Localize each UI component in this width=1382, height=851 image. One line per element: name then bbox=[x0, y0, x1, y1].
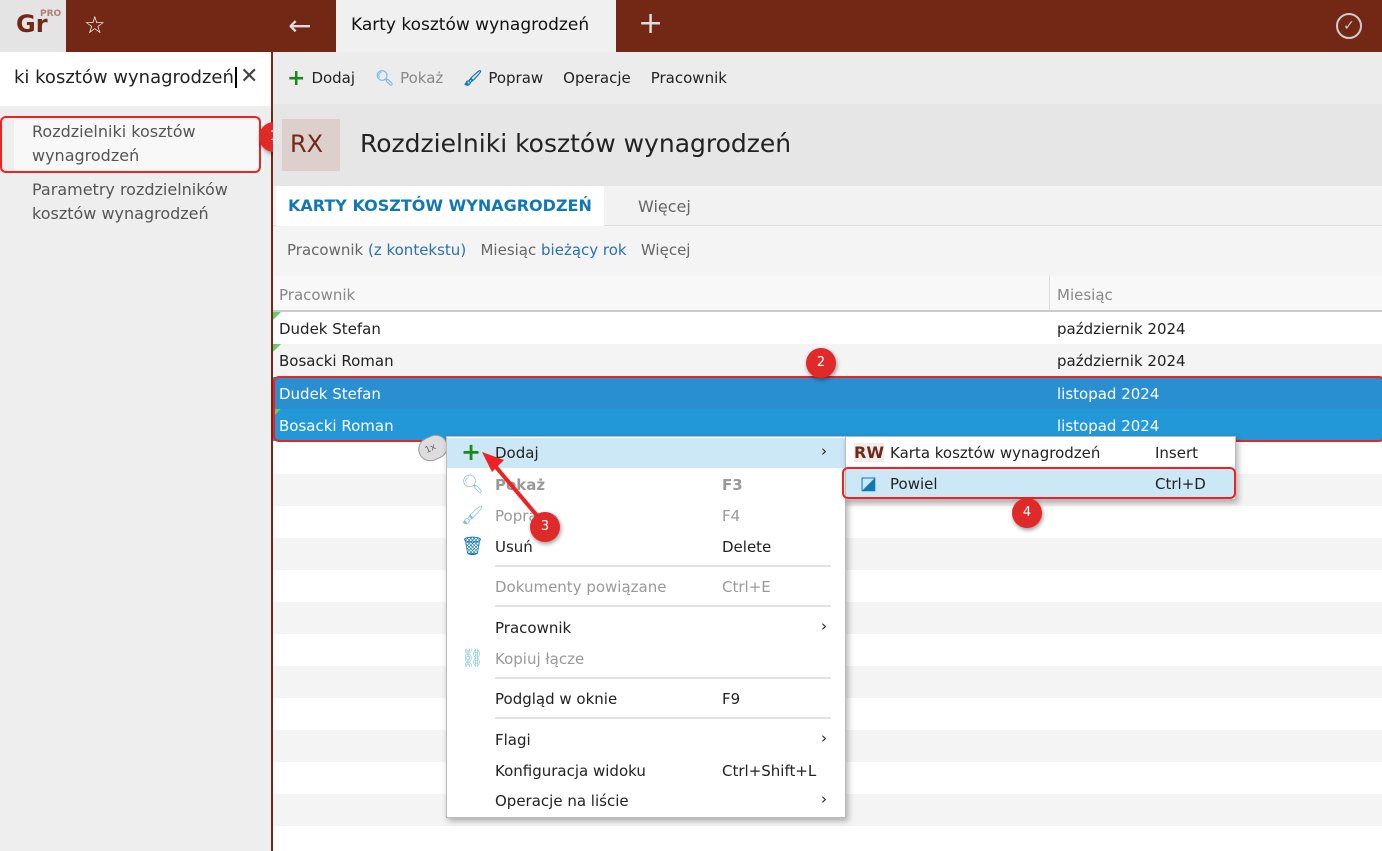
menu-label: Operacje na liście bbox=[495, 792, 629, 810]
chevron-right-icon: › bbox=[821, 729, 827, 747]
add-button[interactable]: + Dodaj bbox=[287, 66, 355, 91]
menu-item-dokumenty[interactable]: Dokumenty powiązane Ctrl+E bbox=[447, 572, 845, 602]
toolbar: + Dodaj 🔍︎ Pokaż 🖌︎ Popraw Operacje Pracown… bbox=[273, 52, 1382, 104]
filter-employee[interactable]: Pracownik (z kontekstu) bbox=[287, 241, 466, 259]
new-tab-plus-icon[interactable]: + bbox=[638, 6, 663, 41]
add-label: Dodaj bbox=[311, 69, 356, 87]
show-label: Pokaż bbox=[400, 69, 444, 87]
menu-separator bbox=[495, 677, 831, 679]
column-header-month[interactable]: Miesiąc bbox=[1057, 286, 1113, 304]
menu-shortcut: Ctrl+Shift+L bbox=[722, 762, 817, 780]
filter-more[interactable]: Więcej bbox=[641, 241, 691, 259]
annotation-badge-3: 3 bbox=[530, 512, 560, 542]
filter-month[interactable]: Miesiąc bieżący rok bbox=[480, 241, 626, 259]
link-icon: ⛓︎ bbox=[461, 648, 484, 669]
annotation-badge-2: 2 bbox=[806, 348, 836, 378]
menu-item-podglad[interactable]: Podgląd w oknie F9 bbox=[447, 684, 845, 714]
menu-label: Podgląd w oknie bbox=[495, 690, 618, 708]
rw-icon: RW bbox=[854, 443, 884, 462]
sidebar-item-parametry[interactable]: Parametry rozdzielników kosztów wynagrod… bbox=[14, 178, 264, 226]
cell-month: październik 2024 bbox=[1057, 320, 1186, 338]
clear-search-icon[interactable]: ✕ bbox=[240, 64, 258, 89]
module-badge: RX bbox=[282, 119, 340, 171]
tab-karty-kosztow[interactable]: Karty kosztów wynagrodzeń bbox=[336, 0, 616, 52]
cell-employee: Dudek Stefan bbox=[279, 320, 381, 338]
plus-icon: + bbox=[287, 65, 306, 91]
logo-badge: PRO bbox=[40, 9, 62, 19]
menu-label: Kopiuj łącze bbox=[495, 650, 585, 668]
search-input[interactable]: ki kosztów wynagrodzeń bbox=[0, 52, 271, 106]
brush-icon: 🖌︎ bbox=[463, 69, 483, 87]
chevron-right-icon: › bbox=[821, 617, 827, 635]
menu-label: Flagi bbox=[495, 731, 531, 749]
cell-month: październik 2024 bbox=[1057, 352, 1186, 370]
column-header-employee[interactable]: Pracownik bbox=[279, 286, 355, 304]
annotation-badge-4: 4 bbox=[1012, 498, 1042, 528]
title-bar bbox=[0, 0, 1382, 52]
show-button[interactable]: 🔍︎ Pokaż bbox=[375, 69, 443, 87]
operations-button[interactable]: Operacje bbox=[563, 69, 631, 87]
search-value: ki kosztów wynagrodzeń bbox=[14, 67, 234, 88]
table-row[interactable]: Dudek Stefan październik 2024 bbox=[273, 312, 1382, 344]
filter-employee-label: Pracownik bbox=[287, 241, 364, 259]
tab-karty-kosztow-wynagrodzen[interactable]: KARTY KOSZTÓW WYNAGRODZEŃ bbox=[276, 186, 604, 227]
star-icon[interactable]: ☆ bbox=[84, 11, 106, 39]
menu-shortcut: F3 bbox=[722, 476, 743, 494]
search-icon: 🔍︎ bbox=[375, 69, 395, 87]
edit-label: Popraw bbox=[488, 69, 544, 87]
annotation-box-1 bbox=[0, 116, 261, 173]
menu-separator bbox=[495, 565, 831, 567]
menu-label: Konfiguracja widoku bbox=[495, 762, 646, 780]
menu-item-operacje[interactable]: Operacje na liście › bbox=[447, 786, 845, 816]
annotation-box-4 bbox=[842, 467, 1236, 499]
sidebar-item-label: Parametry rozdzielników kosztów wynagrod… bbox=[32, 180, 228, 223]
menu-shortcut: Ctrl+E bbox=[722, 578, 771, 596]
menu-label: Usuń bbox=[495, 538, 533, 556]
menu-item-pracownik[interactable]: Pracownik › bbox=[447, 613, 845, 643]
app-logo[interactable]: Gr PRO bbox=[0, 0, 66, 52]
page-title: Rozdzielniki kosztów wynagrodzeń bbox=[360, 129, 792, 158]
submenu-item-karta[interactable]: RW Karta kosztów wynagrodzeń Insert bbox=[846, 438, 1235, 468]
check-circle-icon[interactable]: ✓ bbox=[1336, 13, 1362, 39]
grid-header: Pracownik Miesiąc bbox=[273, 276, 1382, 312]
chevron-right-icon: › bbox=[821, 790, 827, 808]
menu-label: Pracownik bbox=[495, 619, 572, 637]
employee-button[interactable]: Pracownik bbox=[651, 69, 727, 87]
menu-label: Karta kosztów wynagrodzeń bbox=[890, 444, 1101, 462]
menu-shortcut: Insert bbox=[1155, 444, 1199, 462]
chevron-right-icon: › bbox=[821, 442, 827, 460]
menu-separator bbox=[495, 605, 831, 607]
menu-label: Dokumenty powiązane bbox=[495, 578, 667, 596]
menu-shortcut: Delete bbox=[722, 538, 772, 556]
menu-separator bbox=[495, 717, 831, 719]
back-arrow-icon[interactable]: ← bbox=[288, 9, 311, 42]
edit-button[interactable]: 🖌︎ Popraw bbox=[463, 69, 543, 87]
filter-month-label: Miesiąc bbox=[480, 241, 537, 259]
menu-item-flagi[interactable]: Flagi › bbox=[447, 725, 845, 755]
filter-month-value[interactable]: bieżący rok bbox=[541, 241, 627, 259]
menu-item-konfiguracja[interactable]: Konfiguracja widoku Ctrl+Shift+L bbox=[447, 756, 845, 786]
filter-employee-value[interactable]: (z kontekstu) bbox=[368, 241, 466, 259]
menu-item-kopiuj-lacze[interactable]: ⛓︎ Kopiuj łącze bbox=[447, 644, 845, 674]
annotation-box-2 bbox=[273, 376, 1382, 442]
filter-bar: Pracownik (z kontekstu) Miesiąc bieżący … bbox=[273, 226, 1382, 276]
menu-shortcut: F4 bbox=[722, 507, 741, 525]
cell-employee: Bosacki Roman bbox=[279, 352, 394, 370]
tab-more[interactable]: Więcej bbox=[638, 197, 691, 216]
menu-shortcut: F9 bbox=[722, 690, 741, 708]
